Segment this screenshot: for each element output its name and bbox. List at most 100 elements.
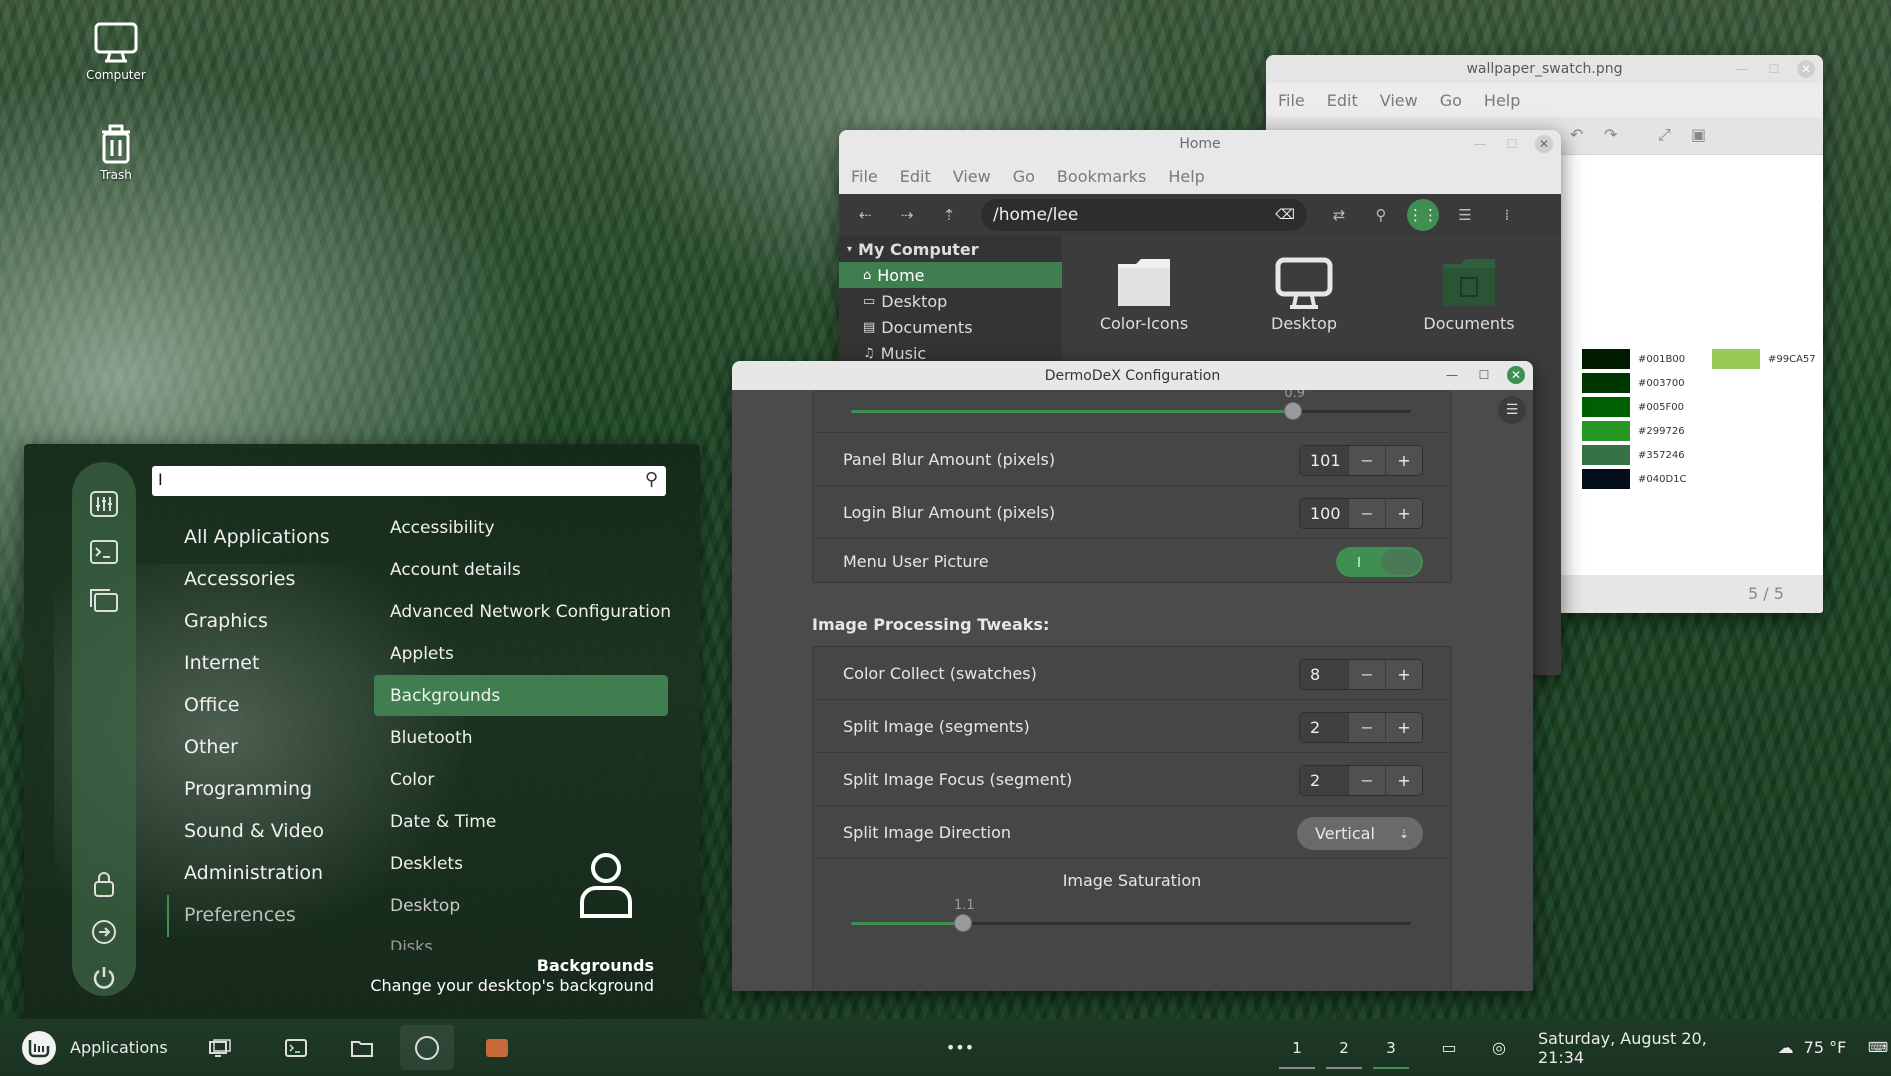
forward-icon[interactable]: ⇢ — [891, 199, 923, 231]
slider-knob[interactable] — [1284, 402, 1303, 420]
close-icon[interactable]: ✕ — [1797, 60, 1815, 78]
menu-view[interactable]: View — [953, 167, 991, 186]
slideshow-icon[interactable]: ▣ — [1691, 125, 1706, 144]
back-icon[interactable]: ⇠ — [849, 199, 881, 231]
sidebar-item-home[interactable]: ⌂ Home — [839, 262, 1062, 288]
app-bluetooth[interactable]: Bluetooth — [390, 728, 473, 748]
hamburger-menu-icon[interactable]: ☰ — [1498, 396, 1526, 424]
fullscreen-icon[interactable]: ⤢ — [1658, 125, 1671, 145]
overflow-indicator[interactable]: ••• — [940, 1019, 980, 1076]
decrement-button[interactable]: − — [1348, 660, 1385, 689]
location-bar[interactable]: /home/lee ⌫ — [981, 199, 1307, 231]
terminal-launcher-icon[interactable] — [279, 1019, 313, 1076]
app-backgrounds[interactable]: Backgrounds — [390, 686, 500, 706]
search-icon[interactable]: ⚲ — [1365, 199, 1397, 231]
increment-button[interactable]: + — [1385, 499, 1422, 528]
category-programming[interactable]: Programming — [184, 778, 312, 800]
desktop-icon-trash[interactable]: Trash — [71, 120, 161, 182]
spin-button[interactable]: 2 − + — [1299, 765, 1423, 796]
sidebar-header[interactable]: ▾ My Computer — [839, 236, 1062, 262]
spin-value[interactable]: 101 — [1300, 446, 1348, 475]
toggle-location-icon[interactable]: ⇄ — [1323, 199, 1355, 231]
spin-button[interactable]: 100 − + — [1299, 498, 1423, 529]
menu-bookmarks[interactable]: Bookmarks — [1057, 167, 1146, 186]
menu-file[interactable]: File — [1278, 91, 1305, 110]
power-icon[interactable] — [88, 962, 120, 994]
spin-button[interactable]: 8 − + — [1299, 659, 1423, 690]
sidebar-item-desktop[interactable]: ▭ Desktop — [839, 288, 1062, 314]
clear-icon[interactable]: ⌫ — [1275, 207, 1295, 223]
removable-drives-icon[interactable]: ▭ — [1434, 1019, 1464, 1076]
menu-view[interactable]: View — [1380, 91, 1418, 110]
file-item[interactable]: Documents — [1404, 254, 1534, 333]
increment-button[interactable]: + — [1385, 713, 1422, 742]
app-accessibility[interactable]: Accessibility — [390, 518, 495, 538]
spin-value[interactable]: 2 — [1300, 713, 1348, 742]
rotate-left-icon[interactable]: ↶ — [1570, 125, 1583, 144]
app-applets[interactable]: Applets — [390, 644, 454, 664]
menu-help[interactable]: Help — [1168, 167, 1204, 186]
menu-edit[interactable]: Edit — [900, 167, 931, 186]
app-color[interactable]: Color — [390, 770, 434, 790]
workspace-2[interactable]: 2 — [1326, 1029, 1362, 1069]
spin-value[interactable]: 2 — [1300, 766, 1348, 795]
config-titlebar[interactable]: DermoDeX Configuration — ☐ ✕ — [732, 361, 1533, 390]
maximize-icon[interactable]: ☐ — [1503, 135, 1521, 153]
network-icon[interactable]: ◎ — [1484, 1019, 1514, 1076]
weather-applet[interactable]: ☁ 75 °F — [1762, 1019, 1862, 1076]
category-internet[interactable]: Internet — [184, 652, 259, 674]
files-titlebar[interactable]: Home — ☐ ✕ — [839, 130, 1561, 158]
category-accessories[interactable]: Accessories — [184, 568, 295, 590]
lock-icon[interactable] — [88, 868, 120, 900]
menu-edit[interactable]: Edit — [1327, 91, 1358, 110]
close-icon[interactable]: ✕ — [1535, 135, 1553, 153]
minimize-icon[interactable]: — — [1443, 366, 1461, 384]
direction-dropdown[interactable]: Vertical ⇣ — [1297, 817, 1423, 850]
decrement-button[interactable]: − — [1348, 499, 1385, 528]
workspace-1[interactable]: 1 — [1279, 1029, 1315, 1069]
spin-value[interactable]: 8 — [1300, 660, 1348, 689]
category-preferences[interactable]: Preferences — [184, 904, 296, 926]
spin-button[interactable]: 2 − + — [1299, 712, 1423, 743]
app-date-time[interactable]: Date & Time — [390, 812, 496, 832]
decrement-button[interactable]: − — [1348, 713, 1385, 742]
compact-view-icon[interactable]: ⁞ — [1491, 199, 1523, 231]
icon-view-icon[interactable]: ⋮⋮ — [1407, 199, 1439, 231]
maximize-icon[interactable]: ☐ — [1765, 60, 1783, 78]
file-item[interactable]: Color-Icons — [1079, 254, 1209, 333]
category-office[interactable]: Office — [184, 694, 239, 716]
close-icon[interactable]: ✕ — [1507, 366, 1525, 384]
app-disks[interactable]: Disks — [390, 937, 433, 950]
show-desktop-icon[interactable] — [203, 1019, 237, 1076]
menu-go[interactable]: Go — [1013, 167, 1035, 186]
category-administration[interactable]: Administration — [184, 862, 323, 884]
decrement-button[interactable]: − — [1348, 446, 1385, 475]
slider-knob[interactable] — [954, 914, 972, 932]
category-other[interactable]: Other — [184, 736, 238, 758]
category-graphics[interactable]: Graphics — [184, 610, 268, 632]
files-launcher-icon[interactable] — [345, 1019, 379, 1076]
settings-sliders-icon[interactable] — [88, 488, 120, 520]
spin-value[interactable]: 100 — [1300, 499, 1348, 528]
increment-button[interactable]: + — [1385, 446, 1422, 475]
slider-track[interactable]: 0.9 — [851, 390, 1411, 420]
up-icon[interactable]: ⇡ — [933, 199, 965, 231]
file-item[interactable]: Desktop — [1239, 254, 1369, 333]
minimize-icon[interactable]: — — [1733, 60, 1751, 78]
terminal-icon[interactable] — [88, 536, 120, 568]
menu-search-input[interactable]: I ⚲ — [152, 466, 666, 496]
image-viewer-taskbar-icon[interactable] — [482, 1019, 512, 1076]
app-advanced-network-configuration[interactable]: Advanced Network Configuration — [390, 602, 671, 622]
keyboard-icon[interactable]: ⌨ — [1866, 1019, 1890, 1076]
category-sound-video[interactable]: Sound & Video — [184, 820, 324, 842]
maximize-icon[interactable]: ☐ — [1475, 366, 1493, 384]
workspace-3[interactable]: 3 — [1373, 1029, 1409, 1069]
desktop-icon-computer[interactable]: Computer — [71, 20, 161, 82]
app-desktop[interactable]: Desktop — [390, 896, 460, 916]
viewer-titlebar[interactable]: wallpaper_swatch.png — ☐ ✕ — [1266, 55, 1823, 83]
menu-file[interactable]: File — [851, 167, 878, 186]
menu-button[interactable]: Applications — [22, 1019, 182, 1076]
slider-track[interactable]: 1.1 — [851, 898, 1411, 932]
decrement-button[interactable]: − — [1348, 766, 1385, 795]
menu-go[interactable]: Go — [1440, 91, 1462, 110]
